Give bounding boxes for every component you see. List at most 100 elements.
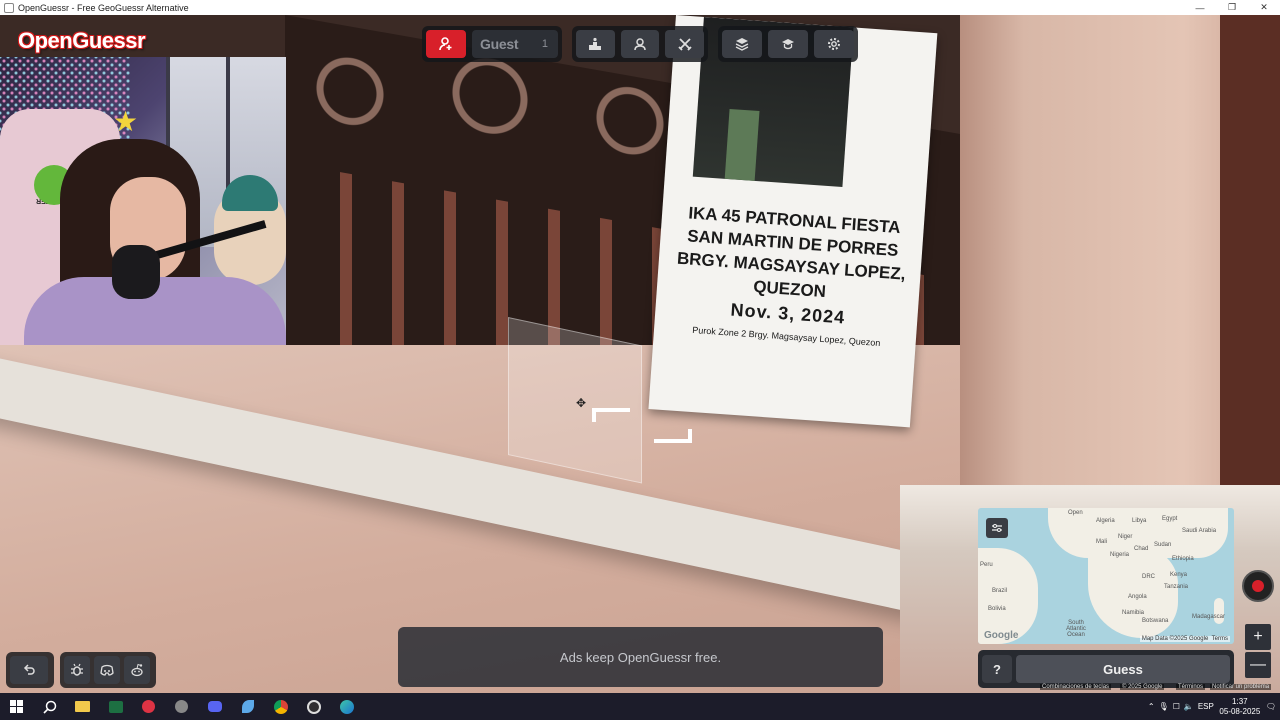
report-problem-link[interactable]: Notificar un problema	[1210, 684, 1272, 690]
guess-bar: ? Guess	[978, 650, 1234, 688]
map-label: Open	[1068, 510, 1083, 516]
guess-minimap[interactable]: Open Algeria Libya Egypt Saudi Arabia Ma…	[978, 508, 1234, 644]
clock-date: 05-08-2025	[1219, 706, 1261, 716]
app-icon	[142, 700, 155, 713]
podium-icon	[589, 37, 602, 50]
guess-button[interactable]: Guess	[1016, 655, 1230, 683]
system-tray: ⌃ 🎙 ☐ 🔈 ESP 1:37 05-08-2025 🗨	[1148, 693, 1280, 720]
folder-icon	[75, 701, 90, 712]
map-label: Botswana	[1142, 618, 1169, 624]
window-controls: — ❐ ✕	[1184, 0, 1280, 15]
bug-icon	[71, 663, 83, 676]
language-indicator[interactable]: ESP	[1198, 702, 1214, 711]
maps-button[interactable]	[722, 30, 762, 58]
notification-icon[interactable]: 🗨	[1266, 702, 1276, 711]
player-toolbar: Guest 1	[422, 26, 562, 62]
terms-link[interactable]: Términos	[1176, 684, 1206, 690]
return-to-start-button[interactable]	[10, 656, 48, 684]
poster-figure-detail	[724, 108, 760, 181]
map-label: Algeria	[1096, 518, 1115, 524]
search-button[interactable]	[33, 693, 66, 720]
taskbar-chrome[interactable]	[264, 693, 297, 720]
start-button[interactable]	[0, 693, 33, 720]
chevron-up-icon[interactable]: ⌃	[1148, 702, 1155, 711]
versus-button[interactable]	[665, 30, 705, 58]
add-user-button[interactable]	[426, 30, 466, 58]
fiesta-poster: IKA 45 PATRONAL FIESTA SAN MARTIN DE POR…	[648, 15, 938, 428]
map-options-button[interactable]	[986, 518, 1008, 538]
app-icon	[175, 700, 188, 713]
map-label: Brazil	[992, 588, 1008, 594]
taskbar-edge[interactable]	[330, 693, 363, 720]
taskbar-excel[interactable]	[99, 693, 132, 720]
help-button[interactable]: ?	[982, 655, 1012, 683]
zoom-out-button[interactable]: —	[1245, 652, 1271, 678]
report-bug-button[interactable]	[64, 656, 90, 684]
map-label: Saudi Arabia	[1182, 528, 1217, 534]
window-frame-right	[1220, 15, 1280, 535]
map-label: Sudan	[1154, 542, 1172, 548]
openguessr-logo[interactable]: OpenGuessr	[18, 28, 146, 54]
map-label: Egypt	[1162, 516, 1178, 522]
clock[interactable]: 1:37 05-08-2025	[1218, 697, 1262, 717]
reddit-icon	[131, 663, 143, 677]
settings-button[interactable]	[814, 30, 854, 58]
google-copyright: © 2025 Google	[1120, 684, 1165, 690]
close-button[interactable]: ✕	[1248, 0, 1280, 15]
discord-icon	[207, 701, 222, 712]
map-label: Peru	[980, 562, 993, 568]
reddit-button[interactable]	[124, 656, 150, 684]
navigation-target[interactable]	[508, 317, 642, 484]
ad-banner: Ads keep OpenGuessr free.	[398, 627, 883, 687]
maximize-button[interactable]: ❐	[1216, 0, 1248, 15]
window-title: OpenGuessr - Free GeoGuessr Alternative	[18, 2, 189, 13]
player-info[interactable]: Guest 1	[472, 30, 558, 58]
taskbar-obs[interactable]	[297, 693, 330, 720]
taskbar-app[interactable]	[231, 693, 264, 720]
move-arrow[interactable]	[654, 429, 692, 443]
microphone	[112, 245, 160, 299]
taskbar-file-explorer[interactable]	[66, 693, 99, 720]
map-label: Chad	[1134, 546, 1149, 552]
map-label: Tanzania	[1164, 584, 1189, 590]
minimize-button[interactable]: —	[1184, 0, 1216, 15]
app-icon	[4, 2, 14, 13]
player-count: 1	[541, 38, 548, 50]
clock-time: 1:37	[1232, 696, 1248, 706]
party-button[interactable]	[620, 30, 660, 58]
return-group	[6, 652, 54, 688]
volume-icon[interactable]: 🔈	[1184, 702, 1194, 711]
chrome-icon	[273, 699, 288, 714]
network-icon[interactable]: ☐	[1173, 702, 1180, 711]
keyboard-shortcuts-link[interactable]: Combinaciones de teclas	[1040, 684, 1112, 690]
taskbar-app[interactable]	[165, 693, 198, 720]
windows-icon	[10, 700, 23, 713]
discord-button[interactable]	[94, 656, 120, 684]
compass[interactable]	[1242, 570, 1274, 602]
zoom-in-button[interactable]: +	[1245, 624, 1271, 650]
map-attribution: Map Data ©2025 Google Terms	[1139, 636, 1230, 642]
map-label: Niger	[1118, 534, 1133, 540]
player-name: Guest	[480, 36, 519, 52]
edge-icon	[339, 699, 354, 714]
sliders-icon	[992, 524, 1002, 532]
learn-button[interactable]	[768, 30, 808, 58]
windows-taskbar: ⌃ 🎙 ☐ 🔈 ESP 1:37 05-08-2025 🗨	[0, 693, 1280, 720]
feather-icon	[241, 700, 254, 713]
map-label: Bolivia	[988, 606, 1006, 612]
social-group	[60, 652, 156, 688]
microphone-icon[interactable]: 🎙	[1159, 702, 1169, 711]
graduation-icon	[782, 39, 794, 50]
star-icon: ★	[113, 106, 139, 137]
search-icon	[42, 700, 56, 714]
discord-icon	[100, 664, 114, 676]
taskbar-app[interactable]	[132, 693, 165, 720]
party-icon	[634, 38, 646, 51]
undo-icon	[23, 664, 35, 675]
move-arrow[interactable]	[592, 408, 630, 422]
leaderboard-button[interactable]	[576, 30, 615, 58]
map-terms-link[interactable]: Terms	[1212, 636, 1228, 642]
window-titlebar: OpenGuessr - Free GeoGuessr Alternative …	[0, 0, 1280, 15]
taskbar-discord[interactable]	[198, 693, 231, 720]
add-user-icon	[439, 37, 452, 51]
